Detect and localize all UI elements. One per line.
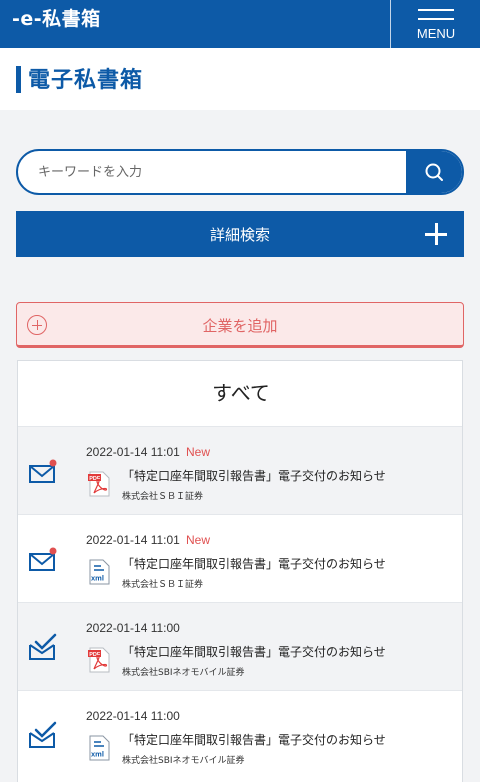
title-accent-bar bbox=[16, 66, 21, 93]
message-date: 2022-01-14 11:00 bbox=[86, 709, 180, 723]
xml-file-icon[interactable]: xml bbox=[88, 559, 110, 585]
envelope-read-icon bbox=[29, 721, 57, 748]
message-date: 2022-01-14 11:00 bbox=[86, 621, 180, 635]
envelope-unread-icon bbox=[29, 459, 57, 483]
message-subject: 「特定口座年間取引報告書」電子交付のお知らせ bbox=[122, 557, 386, 571]
menu-button[interactable]: MENU bbox=[390, 0, 480, 48]
logo[interactable]: -e-私書箱 bbox=[12, 4, 101, 31]
pdf-file-icon[interactable]: PDF bbox=[88, 471, 110, 497]
new-badge: New bbox=[186, 445, 211, 459]
advanced-search-label: 詳細検索 bbox=[209, 226, 270, 244]
message-row[interactable]: 2022-01-14 11:01 New xml 「特定口座年間取引報告書」電子… bbox=[18, 514, 462, 602]
panel-title: すべて bbox=[212, 381, 270, 405]
message-date: 2022-01-14 11:01 bbox=[86, 445, 180, 459]
message-subject: 「特定口座年間取引報告書」電子交付のお知らせ bbox=[122, 733, 386, 747]
message-row[interactable]: 2022-01-14 11:00 PDF 「特定口座年間取引報告書」電子交付のお… bbox=[18, 602, 462, 690]
message-company: 株式会社SBIネオモバイル証券 bbox=[122, 668, 245, 678]
message-subject: 「特定口座年間取引報告書」電子交付のお知らせ bbox=[122, 645, 386, 659]
svg-text:xml: xml bbox=[91, 750, 104, 759]
new-badge: New bbox=[186, 533, 211, 547]
hamburger-icon bbox=[418, 9, 454, 11]
xml-file-icon[interactable]: xml bbox=[88, 735, 110, 761]
message-row[interactable]: 2022-01-14 11:00 xml 「特定口座年間取引報告書」電子交付のお… bbox=[18, 690, 462, 778]
envelope-unread-icon bbox=[29, 547, 57, 571]
message-panel: すべて 2022-01-14 11:01 New PDF 「特定口座年間取引報告… bbox=[17, 360, 463, 782]
svg-text:xml: xml bbox=[91, 574, 104, 583]
search-button[interactable] bbox=[406, 151, 462, 193]
envelope-read-icon bbox=[29, 633, 57, 660]
add-company-button[interactable]: 企業を追加 bbox=[16, 302, 464, 348]
search-box bbox=[16, 149, 464, 195]
message-company: 株式会社SBIネオモバイル証券 bbox=[122, 756, 245, 766]
message-company: 株式会社ＳＢＩ証券 bbox=[122, 580, 204, 590]
message-row[interactable]: 2022-01-14 11:01 New PDF 「特定口座年間取引報告書」電子… bbox=[18, 426, 462, 514]
plus-icon bbox=[425, 223, 447, 245]
page-title: 電子私書箱 bbox=[28, 68, 144, 93]
hamburger-icon-bar bbox=[418, 18, 454, 20]
advanced-search-button[interactable]: 詳細検索 bbox=[16, 211, 464, 257]
add-company-label: 企業を追加 bbox=[202, 317, 278, 335]
message-date: 2022-01-14 11:01 bbox=[86, 533, 180, 547]
pdf-file-icon[interactable]: PDF bbox=[88, 647, 110, 673]
menu-label: MENU bbox=[416, 26, 456, 41]
message-subject: 「特定口座年間取引報告書」電子交付のお知らせ bbox=[122, 469, 386, 483]
message-company: 株式会社ＳＢＩ証券 bbox=[122, 492, 204, 502]
top-bar: -e-私書箱 MENU bbox=[0, 0, 480, 48]
message-list: 2022-01-14 11:01 New PDF 「特定口座年間取引報告書」電子… bbox=[18, 426, 462, 778]
search-input[interactable] bbox=[18, 151, 408, 193]
search-icon bbox=[425, 163, 443, 181]
